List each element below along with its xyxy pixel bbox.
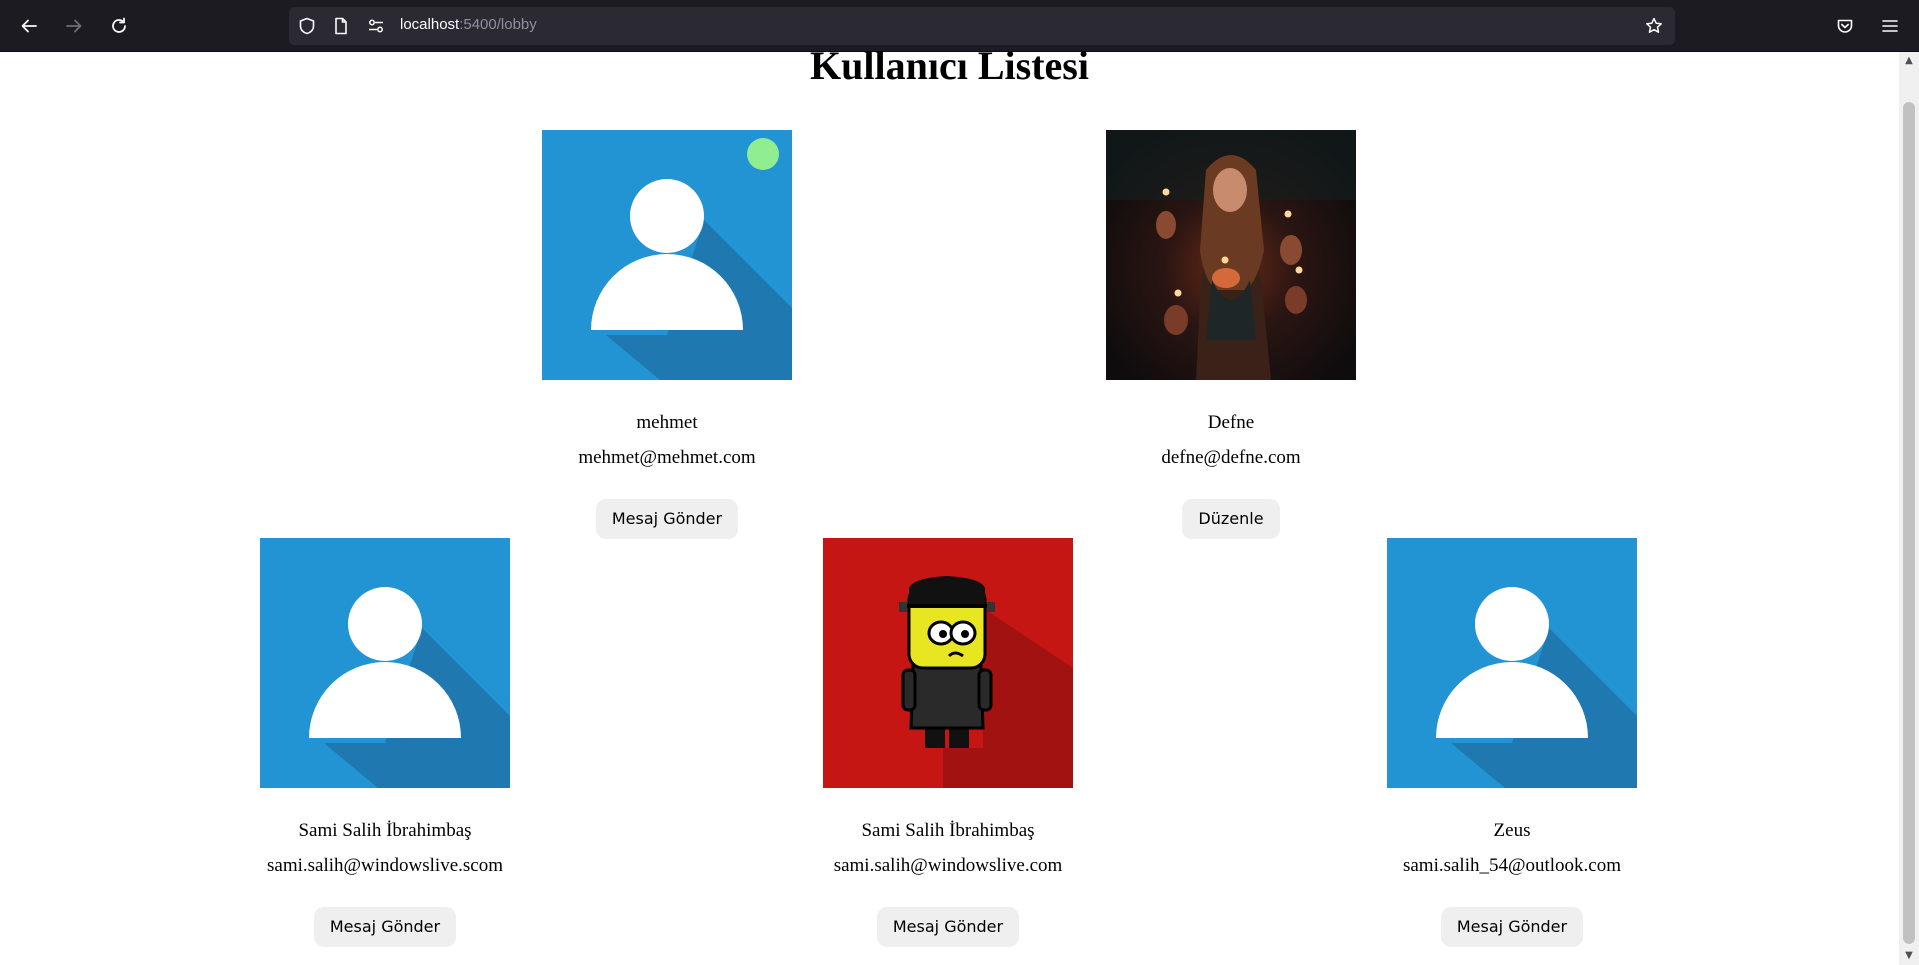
page-title: Kullanıcı Listesi — [810, 43, 1089, 88]
send-message-button[interactable]: Mesaj Gönder — [876, 907, 1020, 947]
user-avatar — [1387, 538, 1637, 788]
scroll-down-arrow-icon[interactable]: ▼ — [1899, 947, 1919, 965]
user-card: Sami Salih İbrahimbaş sami.salih@windows… — [245, 538, 525, 947]
url-host: localhost — [400, 16, 460, 33]
forward-arrow-icon[interactable] — [59, 11, 89, 41]
user-email: mehmet@mehmet.com — [578, 447, 756, 468]
shield-icon[interactable] — [298, 17, 316, 35]
url-text: localhost:5400/lobby — [400, 16, 537, 33]
pocket-icon[interactable] — [1830, 11, 1860, 41]
user-card: mehmet mehmet@mehmet.com Mesaj Gönder — [527, 130, 807, 539]
send-message-button[interactable]: Mesaj Gönder — [1440, 907, 1584, 947]
user-name: Sami Salih İbrahimbaş — [298, 820, 472, 841]
page-icon[interactable] — [332, 17, 350, 35]
user-card: Defne defne@defne.com Düzenle — [1091, 130, 1371, 539]
user-name: mehmet — [636, 412, 698, 433]
user-card: Zeus sami.salih_54@outlook.com Mesaj Gön… — [1372, 538, 1652, 947]
vertical-scrollbar[interactable]: ▲ ▼ — [1899, 52, 1919, 965]
user-name: Defne — [1207, 412, 1255, 433]
user-avatar — [542, 130, 792, 380]
menu-hamburger-icon[interactable] — [1875, 11, 1905, 41]
url-bar[interactable]: localhost:5400/lobby — [289, 7, 1675, 45]
edit-button[interactable]: Düzenle — [1182, 499, 1280, 539]
user-name: Sami Salih İbrahimbaş — [861, 820, 1035, 841]
user-card: Sami Salih İbrahimbaş sami.salih@windows… — [808, 538, 1088, 947]
scroll-up-arrow-icon[interactable]: ▲ — [1899, 52, 1919, 70]
user-avatar — [260, 538, 510, 788]
reload-icon[interactable] — [104, 11, 134, 41]
back-arrow-icon[interactable] — [14, 11, 44, 41]
online-status-indicator — [747, 138, 779, 170]
bookmark-star-icon[interactable] — [1645, 17, 1663, 35]
candlelit-portrait-photo — [1106, 130, 1356, 380]
send-message-button[interactable]: Mesaj Gönder — [595, 499, 739, 539]
scrollbar-thumb[interactable] — [1903, 102, 1915, 944]
user-email: sami.salih@windowslive.com — [833, 855, 1063, 876]
user-email: defne@defne.com — [1161, 447, 1301, 468]
url-path: :5400/lobby — [459, 16, 537, 33]
user-avatar — [1106, 130, 1356, 380]
user-name: Zeus — [1493, 820, 1531, 841]
user-email: sami.salih@windowslive.scom — [267, 855, 503, 876]
cartoon-monster-avatar — [823, 538, 1073, 788]
default-user-avatar — [260, 538, 510, 788]
user-email: sami.salih_54@outlook.com — [1402, 855, 1622, 876]
user-avatar — [823, 538, 1073, 788]
default-user-avatar — [1387, 538, 1637, 788]
permissions-icon[interactable] — [367, 17, 385, 35]
send-message-button[interactable]: Mesaj Gönder — [313, 907, 457, 947]
